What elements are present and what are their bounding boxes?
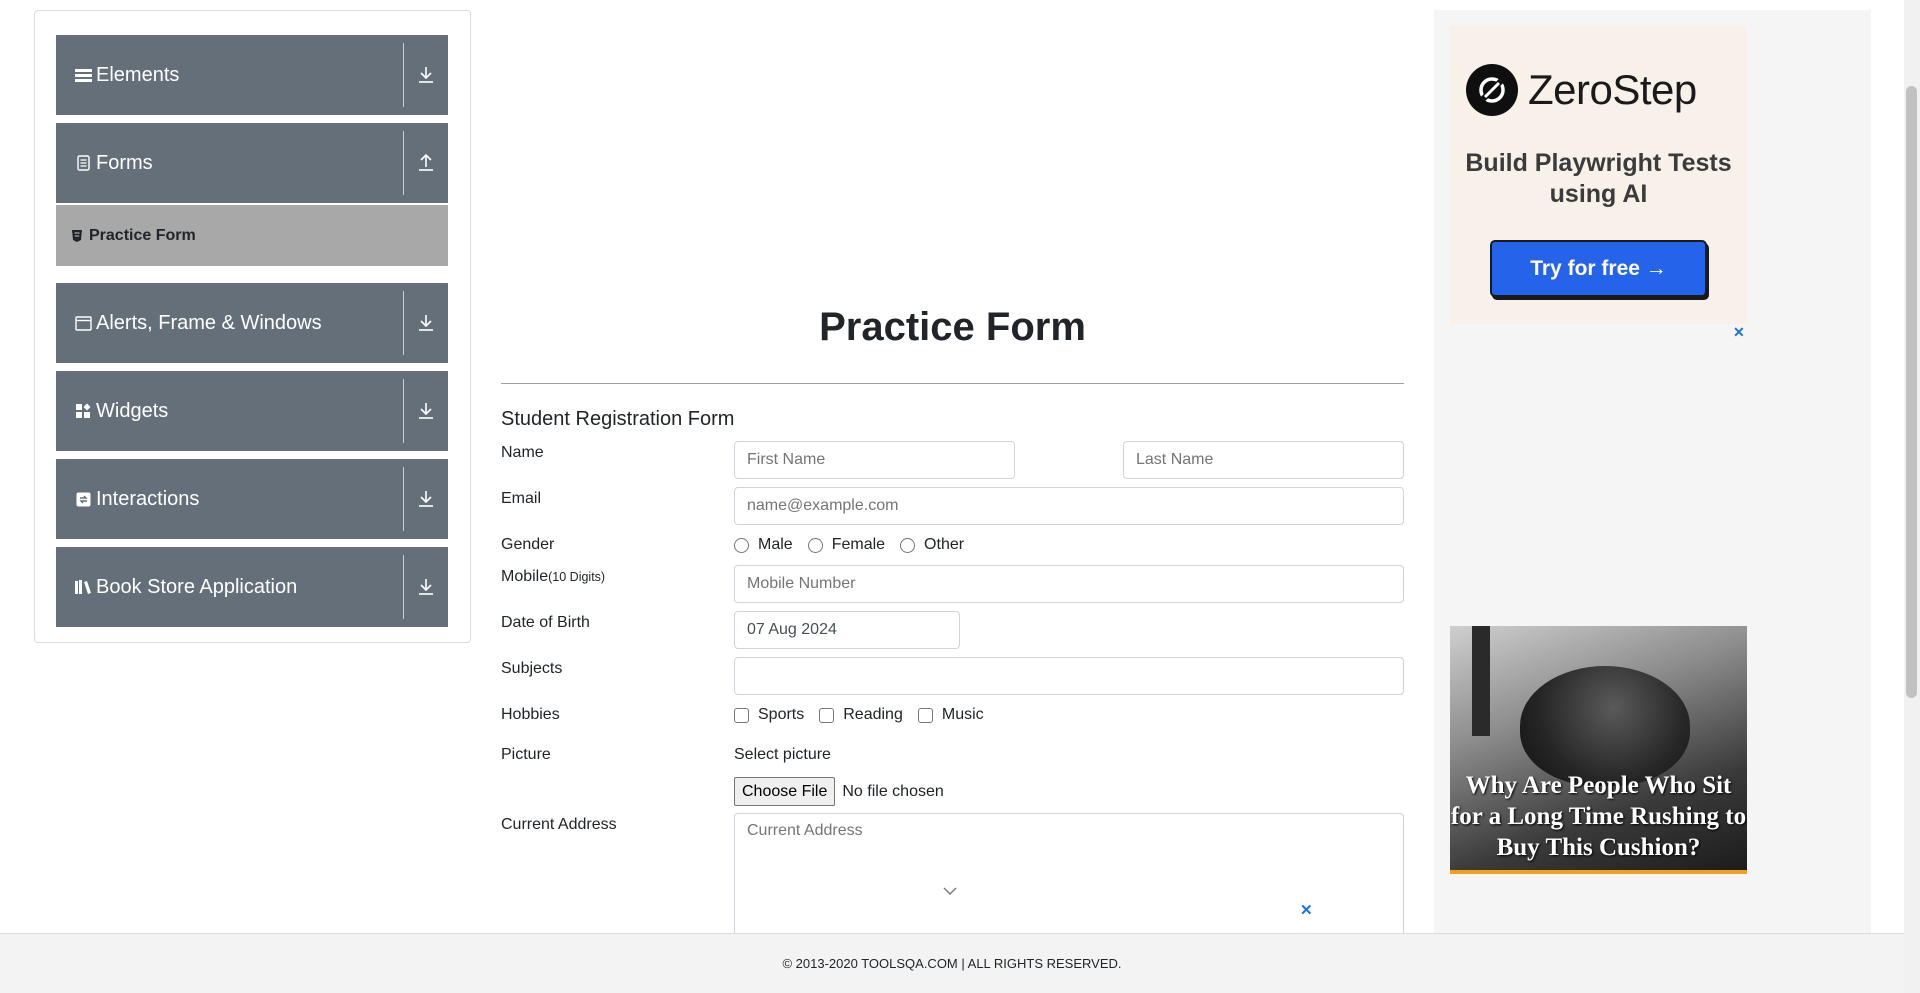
first-name-input[interactable] — [734, 441, 1015, 479]
menu-icon — [74, 66, 92, 84]
sidebar-group-alerts[interactable]: Alerts, Frame & Windows — [56, 283, 448, 363]
no-file-text: No file chosen — [842, 782, 944, 800]
upload-icon[interactable] — [404, 154, 448, 172]
sidebar-group-label: Widgets — [96, 399, 169, 422]
download-icon[interactable] — [404, 402, 448, 420]
mobile-input[interactable] — [734, 565, 1404, 603]
gender-other[interactable]: Other — [900, 536, 964, 554]
last-name-input[interactable] — [1123, 441, 1404, 479]
radio-button[interactable] — [900, 537, 916, 553]
sidebar-group-label: Forms — [96, 151, 153, 174]
address-label: Current Address — [501, 816, 617, 833]
hobby-sports-label: Sports — [758, 706, 805, 723]
sidebar-group-book-store[interactable]: Book Store Application — [56, 547, 448, 627]
checkbox[interactable] — [734, 707, 749, 723]
ad-image — [1520, 666, 1690, 786]
sidebar-item-label: Practice Form — [89, 226, 196, 244]
footer-copyright: © 2013-2020 TOOLSQA.COM | ALL RIGHTS RES… — [782, 956, 1122, 971]
download-icon[interactable] — [404, 314, 448, 332]
window-icon — [74, 314, 92, 332]
name-label: Name — [501, 444, 544, 461]
mobile-hint: (10 Digits) — [548, 570, 606, 584]
hobbies-label: Hobbies — [501, 706, 560, 723]
gender-male[interactable]: Male — [734, 536, 793, 554]
file-upload: Choose File No file chosen — [734, 777, 944, 806]
zerostep-ad[interactable]: ZeroStep Build Playwright Tests using AI… — [1450, 26, 1747, 324]
dob-label: Date of Birth — [501, 614, 590, 631]
cushion-ad-headline: Why Are People Who Sit for a Long Time R… — [1450, 772, 1747, 861]
sidebar-group-label: Elements — [96, 63, 180, 86]
download-icon[interactable] — [404, 490, 448, 508]
dob-input[interactable] — [734, 611, 960, 649]
sidebar-group-widgets[interactable]: Widgets — [56, 371, 448, 451]
scrollbar-thumb[interactable] — [1906, 86, 1917, 698]
ad-image — [1472, 626, 1490, 736]
document-icon — [74, 154, 92, 172]
footer: © 2013-2020 TOOLSQA.COM | ALL RIGHTS RES… — [0, 933, 1904, 993]
chevron-down-icon[interactable] — [943, 883, 957, 901]
close-icon[interactable]: ✕ — [1300, 901, 1313, 919]
books-icon — [74, 578, 92, 596]
gender-other-label: Other — [924, 536, 965, 553]
sidebar-group-elements[interactable]: Elements — [56, 35, 448, 115]
picture-caption: Select picture — [734, 746, 831, 763]
title-divider — [501, 383, 1404, 384]
subjects-input[interactable] — [734, 657, 1404, 695]
gender-female[interactable]: Female — [807, 536, 886, 554]
hobby-reading[interactable]: Reading — [819, 706, 903, 724]
ad-accent-bar — [1450, 870, 1747, 874]
zerostep-logo-icon — [1466, 64, 1518, 116]
zerostep-brand: ZeroStep — [1528, 66, 1697, 113]
form-subtitle: Student Registration Form — [501, 408, 735, 430]
gender-options: Male Female Other — [734, 536, 979, 554]
hobby-music[interactable]: Music — [917, 706, 984, 724]
download-icon[interactable] — [404, 578, 448, 596]
sidebar-group-interactions[interactable]: Interactions — [56, 459, 448, 539]
subjects-label: Subjects — [501, 660, 563, 677]
widgets-icon — [74, 402, 92, 420]
page-title: Practice Form — [819, 305, 1086, 349]
choose-file-button[interactable]: Choose File — [734, 777, 836, 806]
interaction-icon — [74, 490, 92, 508]
sidebar-item-practice-form[interactable]: Practice Form — [56, 205, 448, 266]
sidebar-group-label: Alerts, Frame & Windows — [96, 311, 322, 334]
download-icon[interactable] — [404, 66, 448, 84]
hobby-reading-label: Reading — [843, 706, 903, 723]
radio-button[interactable] — [734, 537, 749, 553]
address-placeholder: Current Address — [747, 822, 863, 839]
radio-button[interactable] — [807, 537, 823, 553]
gender-label: Gender — [501, 536, 555, 553]
sidebar-group-label: Book Store Application — [96, 575, 298, 598]
hobby-music-label: Music — [941, 706, 984, 723]
try-free-button[interactable]: Try for free → — [1490, 240, 1707, 297]
email-input[interactable] — [734, 487, 1404, 525]
close-icon[interactable]: ✕ — [1733, 324, 1745, 341]
zerostep-tagline: Build Playwright Tests using AI — [1465, 149, 1732, 208]
mobile-label: Mobile(10 Digits) — [501, 568, 605, 586]
gender-male-label: Male — [758, 536, 793, 553]
hobby-sports[interactable]: Sports — [734, 706, 804, 724]
gender-female-label: Female — [831, 536, 886, 553]
hobby-options: Sports Reading Music — [734, 706, 999, 724]
left-panel: Elements Forms Practice Form Alerts, Fra… — [34, 10, 471, 643]
sidebar-group-forms[interactable]: Forms — [56, 123, 448, 203]
picture-label: Picture — [501, 746, 551, 763]
checkbox[interactable] — [917, 707, 933, 723]
address-textarea[interactable]: Current Address — [734, 813, 1404, 938]
html-icon — [71, 229, 83, 243]
email-label: Email — [501, 490, 542, 507]
zerostep-logo: ZeroStep — [1466, 64, 1697, 116]
checkbox[interactable] — [819, 707, 835, 723]
mobile-label-text: Mobile — [501, 568, 549, 585]
sidebar-group-label: Interactions — [96, 487, 200, 510]
cushion-ad[interactable]: Why Are People Who Sit for a Long Time R… — [1450, 626, 1747, 874]
